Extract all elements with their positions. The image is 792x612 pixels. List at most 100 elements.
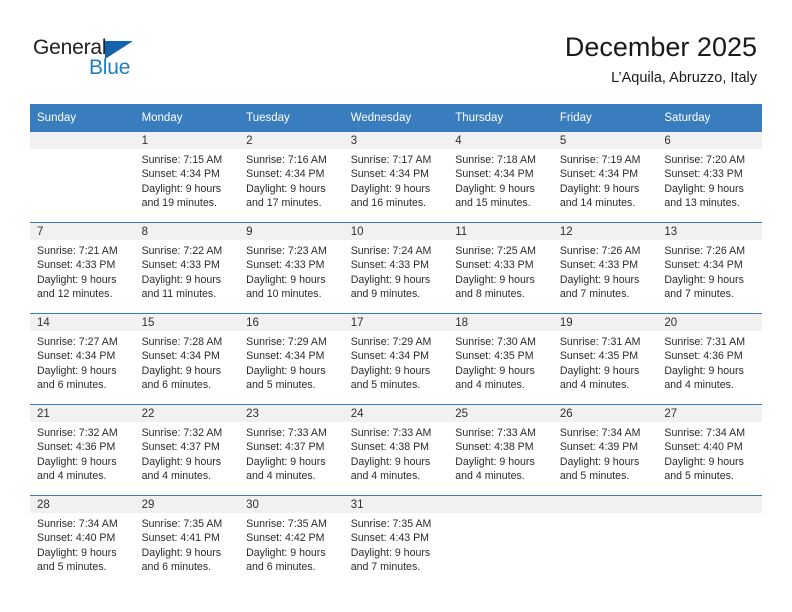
sunrise-text: Sunrise: 7:34 AM	[664, 427, 746, 439]
day-cell[interactable]: 5 Sunrise: 7:19 AM Sunset: 4:34 PM Daylight…	[552, 132, 658, 223]
day-number: 3	[343, 132, 449, 149]
sunrise-text: Sunrise: 7:15 AM	[141, 154, 223, 166]
day-cell[interactable]: 1 Sunrise: 7:15 AM Sunset: 4:34 PM Daylight…	[134, 132, 240, 223]
day-cell[interactable]: 9 Sunrise: 7:23 AM Sunset: 4:33 PM Daylight…	[239, 222, 344, 314]
daylight-text-line2: and 4 minutes.	[246, 470, 316, 483]
sunset-text: Sunset: 4:36 PM	[664, 350, 743, 363]
daylight-text-line1: Daylight: 9 hours	[141, 546, 222, 559]
day-cell[interactable]: 10 Sunrise: 7:24 AM Sunset: 4:33 PM Dayligh…	[343, 222, 449, 314]
daylight-text-line1: Daylight: 9 hours	[455, 455, 535, 468]
sunset-text: Sunset: 4:40 PM	[664, 441, 743, 454]
day-cell[interactable]: 11 Sunrise: 7:25 AM Sunset: 4:33 PM Dayligh…	[448, 222, 553, 314]
sunset-text: Sunset: 4:43 PM	[350, 532, 430, 545]
day-cell[interactable]: 4 Sunrise: 7:18 AM Sunset: 4:34 PM Daylight…	[448, 132, 553, 223]
daylight-text-line2: and 6 minutes.	[141, 561, 212, 574]
sunset-text: Sunset: 4:33 PM	[455, 259, 534, 272]
day-number: 8	[134, 223, 240, 240]
sunrise-text: Sunrise: 7:33 AM	[350, 427, 432, 439]
daylight-text-line2: and 16 minutes.	[350, 197, 427, 210]
day-cell[interactable]: 8 Sunrise: 7:22 AM Sunset: 4:33 PM Daylight…	[134, 222, 240, 314]
weekday-header-row: Sunday Monday Tuesday Wednesday Thursday…	[30, 104, 762, 132]
day-cell[interactable]: 15 Sunrise: 7:28 AM Sunset: 4:34 PM Dayligh…	[134, 313, 240, 405]
day-cell[interactable]: 30 Sunrise: 7:35 AM Sunset: 4:42 PM Dayligh…	[239, 495, 344, 586]
day-number: 17	[343, 314, 449, 331]
day-number: 15	[134, 314, 240, 331]
day-cell[interactable]: 21 Sunrise: 7:32 AM Sunset: 4:36 PM Dayligh…	[30, 404, 135, 496]
day-cell[interactable]	[657, 495, 762, 586]
sunset-text: Sunset: 4:34 PM	[350, 168, 430, 181]
day-cell[interactable]: 20 Sunrise: 7:31 AM Sunset: 4:36 PM Dayligh…	[657, 313, 762, 405]
day-number: 7	[30, 223, 135, 240]
sunrise-text: Sunrise: 7:26 AM	[664, 245, 746, 257]
day-cell[interactable]: 18 Sunrise: 7:30 AM Sunset: 4:35 PM Dayligh…	[448, 313, 553, 405]
daylight-text-line1: Daylight: 9 hours	[141, 364, 222, 377]
day-cell[interactable]: 6 Sunrise: 7:20 AM Sunset: 4:33 PM Daylight…	[657, 132, 762, 223]
week-row: 14 Sunrise: 7:27 AM Sunset: 4:34 PM Dayligh…	[30, 313, 762, 405]
day-cell[interactable]: 2 Sunrise: 7:16 AM Sunset: 4:34 PM Daylight…	[239, 132, 344, 223]
week-row: 1 Sunrise: 7:15 AM Sunset: 4:34 PM Daylight…	[30, 132, 762, 223]
daylight-text-line1: Daylight: 9 hours	[350, 364, 431, 377]
sunset-text: Sunset: 4:34 PM	[246, 350, 325, 363]
day-cell[interactable]: 22 Sunrise: 7:32 AM Sunset: 4:37 PM Dayligh…	[134, 404, 240, 496]
sunrise-text: Sunrise: 7:21 AM	[37, 245, 118, 257]
sunset-text: Sunset: 4:33 PM	[141, 259, 220, 272]
day-number: 31	[343, 496, 449, 513]
daylight-text-line1: Daylight: 9 hours	[37, 364, 117, 377]
daylight-text-line1: Daylight: 9 hours	[246, 455, 326, 468]
day-cell[interactable]: 29 Sunrise: 7:35 AM Sunset: 4:41 PM Dayligh…	[134, 495, 240, 586]
day-cell[interactable]: 3 Sunrise: 7:17 AM Sunset: 4:34 PM Daylight…	[343, 132, 449, 223]
day-cell[interactable]: 16 Sunrise: 7:29 AM Sunset: 4:34 PM Dayligh…	[239, 313, 344, 405]
sunrise-text: Sunrise: 7:25 AM	[455, 245, 536, 257]
sunset-text: Sunset: 4:38 PM	[455, 441, 534, 454]
sunset-text: Sunset: 4:38 PM	[350, 441, 430, 454]
daylight-text-line2: and 6 minutes.	[141, 379, 212, 392]
daylight-text-line1: Daylight: 9 hours	[246, 546, 326, 559]
weekday-header-thursday: Thursday	[448, 104, 553, 132]
day-cell[interactable]: 14 Sunrise: 7:27 AM Sunset: 4:34 PM Dayligh…	[30, 313, 135, 405]
sunrise-text: Sunrise: 7:35 AM	[350, 518, 432, 530]
daylight-text-line2: and 5 minutes.	[246, 379, 316, 392]
calendar-body: 1 Sunrise: 7:15 AM Sunset: 4:34 PM Daylight…	[30, 132, 762, 586]
day-cell[interactable]	[448, 495, 553, 586]
day-cell[interactable]: 27 Sunrise: 7:34 AM Sunset: 4:40 PM Dayligh…	[657, 404, 762, 496]
sunset-text: Sunset: 4:34 PM	[559, 168, 639, 181]
sunrise-text: Sunrise: 7:34 AM	[37, 518, 118, 530]
day-cell[interactable]	[552, 495, 658, 586]
daylight-text-line1: Daylight: 9 hours	[350, 546, 431, 559]
title-block: December 2025 L’Aquila, Abruzzo, Italy	[565, 30, 757, 89]
sunrise-text: Sunrise: 7:27 AM	[37, 336, 118, 348]
sunset-text: Sunset: 4:33 PM	[664, 168, 743, 181]
daylight-text-line1: Daylight: 9 hours	[559, 273, 640, 286]
sunrise-text: Sunrise: 7:32 AM	[141, 427, 223, 439]
sunrise-text: Sunrise: 7:33 AM	[455, 427, 536, 439]
day-cell[interactable]: 19 Sunrise: 7:31 AM Sunset: 4:35 PM Dayligh…	[552, 313, 658, 405]
brand-logo[interactable]: General Blue	[33, 36, 213, 86]
day-cell[interactable]: 26 Sunrise: 7:34 AM Sunset: 4:39 PM Dayligh…	[552, 404, 658, 496]
day-cell[interactable]: 31 Sunrise: 7:35 AM Sunset: 4:43 PM Dayligh…	[343, 495, 449, 586]
day-cell[interactable]: 7 Sunrise: 7:21 AM Sunset: 4:33 PM Daylight…	[30, 222, 135, 314]
day-cell[interactable]: 13 Sunrise: 7:26 AM Sunset: 4:34 PM Dayligh…	[657, 222, 762, 314]
daylight-text-line2: and 4 minutes.	[141, 470, 212, 483]
daylight-text-line1: Daylight: 9 hours	[246, 182, 326, 195]
day-cell[interactable]: 24 Sunrise: 7:33 AM Sunset: 4:38 PM Dayligh…	[343, 404, 449, 496]
daylight-text-line1: Daylight: 9 hours	[664, 273, 744, 286]
day-number: 9	[239, 223, 344, 240]
day-number: 4	[448, 132, 553, 149]
sunset-text: Sunset: 4:34 PM	[141, 168, 220, 181]
page-header: General Blue December 2025 L’Aquila, Abr…	[0, 0, 792, 100]
sunrise-text: Sunrise: 7:24 AM	[350, 245, 432, 257]
sunset-text: Sunset: 4:34 PM	[246, 168, 325, 181]
daylight-text-line2: and 7 minutes.	[350, 561, 421, 574]
day-number: 20	[657, 314, 762, 331]
day-cell[interactable]: 28 Sunrise: 7:34 AM Sunset: 4:40 PM Dayligh…	[30, 495, 135, 586]
day-number: 1	[134, 132, 240, 149]
daylight-text-line1: Daylight: 9 hours	[455, 364, 535, 377]
day-cell[interactable]	[30, 132, 135, 223]
day-cell[interactable]: 12 Sunrise: 7:26 AM Sunset: 4:33 PM Dayligh…	[552, 222, 658, 314]
day-cell[interactable]: 17 Sunrise: 7:29 AM Sunset: 4:34 PM Dayligh…	[343, 313, 449, 405]
sunrise-text: Sunrise: 7:20 AM	[664, 154, 746, 166]
day-number: 16	[239, 314, 344, 331]
daylight-text-line1: Daylight: 9 hours	[37, 273, 117, 286]
day-cell[interactable]: 23 Sunrise: 7:33 AM Sunset: 4:37 PM Dayligh…	[239, 404, 344, 496]
day-cell[interactable]: 25 Sunrise: 7:33 AM Sunset: 4:38 PM Dayligh…	[448, 404, 553, 496]
